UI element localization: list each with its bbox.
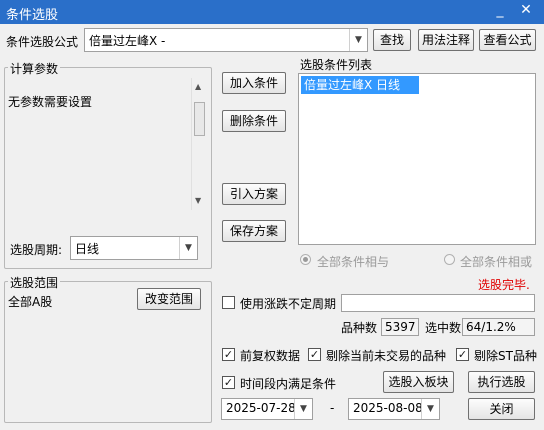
change-range-button[interactable]: 改变范围 [137,288,201,310]
scroll-thumb[interactable] [194,102,205,136]
title-bar: 条件选股 _ ✕ [0,0,544,24]
fq-checkbox[interactable]: ✓ [222,348,235,361]
period-select-value: 日线 [75,242,100,256]
formula-label: 条件选股公式 [6,35,79,49]
params-scrollbar[interactable]: ▲ ▼ [191,78,207,210]
exclude-untraded-checkbox[interactable]: ✓ [308,348,321,361]
date-from-value: 2025-07-28 [226,401,296,415]
minimize-icon[interactable]: _ [488,0,512,22]
find-button[interactable]: 查找 [373,29,411,51]
execute-button[interactable]: 执行选股 [468,371,535,393]
exclude-st-checkbox[interactable]: ✓ [456,348,469,361]
to-block-button[interactable]: 选股入板块 [383,371,454,393]
date-separator: - [330,401,335,415]
scroll-down-icon[interactable]: ▼ [195,196,201,205]
period-condition-label: 时间段内满足条件 [240,377,337,391]
chevron-down-icon[interactable]: ▼ [421,399,439,419]
variable-period-input[interactable] [341,294,535,312]
usage-button[interactable]: 用法注释 [418,29,474,51]
window-title: 条件选股 [6,8,59,23]
date-to-picker[interactable]: 2025-08-08 ▼ [348,398,440,420]
params-message: 无参数需要设置 [8,95,93,109]
stock-count-value: 5397 [381,318,419,336]
chevron-down-icon[interactable]: ▼ [179,237,197,259]
close-icon[interactable]: ✕ [514,0,538,22]
scroll-up-icon[interactable]: ▲ [195,82,201,91]
view-formula-button[interactable]: 查看公式 [479,29,536,51]
status-text: 选股完毕. [478,278,530,292]
condition-list[interactable]: 倍量过左峰X 日线 [298,73,536,245]
period-label: 选股周期: [10,243,63,257]
condition-list-label: 选股条件列表 [300,58,373,72]
radio-or-label: 全部条件相或 [460,255,533,269]
selected-count-value: 64/1.2% [462,318,535,336]
formula-select-value: 倍量过左峰X - [89,34,166,48]
date-to-value: 2025-08-08 [353,401,423,415]
params-group-label: 计算参数 [8,60,61,77]
selected-count-label: 选中数 [425,321,462,335]
chevron-down-icon[interactable]: ▼ [349,29,367,51]
radio-or[interactable] [444,254,455,265]
variable-period-label: 使用涨跌不定周期 [240,297,337,311]
variable-period-checkbox[interactable] [222,296,235,309]
delete-condition-button[interactable]: 删除条件 [222,110,286,132]
import-scheme-button[interactable]: 引入方案 [222,183,286,205]
period-select[interactable]: 日线 ▼ [70,236,198,260]
radio-and-label: 全部条件相与 [317,255,390,269]
exclude-st-label: 剔除ST品种 [474,349,537,363]
range-value: 全部A股 [8,295,53,309]
condition-list-item[interactable]: 倍量过左峰X 日线 [301,76,419,94]
chevron-down-icon[interactable]: ▼ [294,399,312,419]
close-button[interactable]: 关闭 [468,398,535,420]
stock-count-label: 品种数 [341,321,378,335]
date-from-picker[interactable]: 2025-07-28 ▼ [221,398,313,420]
range-group-label: 选股范围 [8,274,61,291]
formula-select[interactable]: 倍量过左峰X - ▼ [84,28,368,52]
period-condition-checkbox[interactable]: ✓ [222,376,235,389]
fq-label: 前复权数据 [240,349,301,363]
add-condition-button[interactable]: 加入条件 [222,72,286,94]
radio-and[interactable] [300,254,311,265]
exclude-untraded-label: 剔除当前未交易的品种 [326,349,447,363]
save-scheme-button[interactable]: 保存方案 [222,220,286,242]
